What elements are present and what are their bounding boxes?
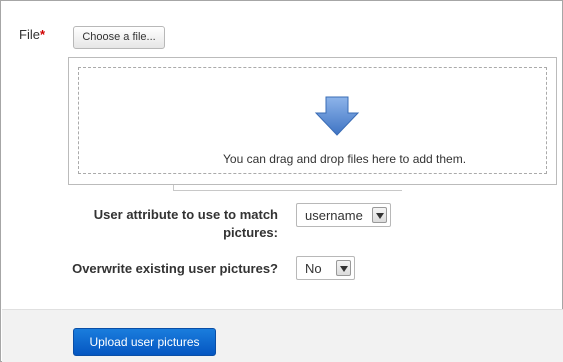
upload-user-pictures-form: File* Choose a file... You can drag and … — [0, 0, 563, 362]
choose-file-button[interactable]: Choose a file... — [73, 26, 165, 49]
user-attribute-select-value: username — [305, 208, 363, 223]
file-field-label: File* — [19, 27, 45, 42]
dropzone-dashed-area[interactable]: You can drag and drop files here to add … — [78, 67, 547, 174]
user-attribute-select[interactable]: username — [296, 203, 391, 227]
overwrite-select[interactable]: No — [296, 256, 355, 280]
user-attribute-label-line2: pictures: — [223, 225, 278, 240]
form-footer: Upload user pictures — [2, 309, 563, 362]
file-label-text: File — [19, 27, 40, 42]
arrow-down-icon — [314, 96, 360, 136]
user-attribute-label: User attribute to use to match pictures: — [61, 206, 278, 242]
overwrite-select-value: No — [305, 261, 322, 276]
file-dropzone[interactable]: You can drag and drop files here to add … — [68, 57, 557, 185]
divider — [173, 185, 402, 191]
overwrite-label: Overwrite existing user pictures? — [72, 261, 278, 276]
user-attribute-label-line1: User attribute to use to match — [93, 207, 278, 222]
upload-user-pictures-button[interactable]: Upload user pictures — [73, 328, 216, 356]
chevron-down-icon[interactable] — [372, 207, 387, 223]
required-marker: * — [39, 27, 46, 42]
chevron-down-icon[interactable] — [336, 260, 351, 276]
dropzone-instructions: You can drag and drop files here to add … — [223, 152, 467, 166]
